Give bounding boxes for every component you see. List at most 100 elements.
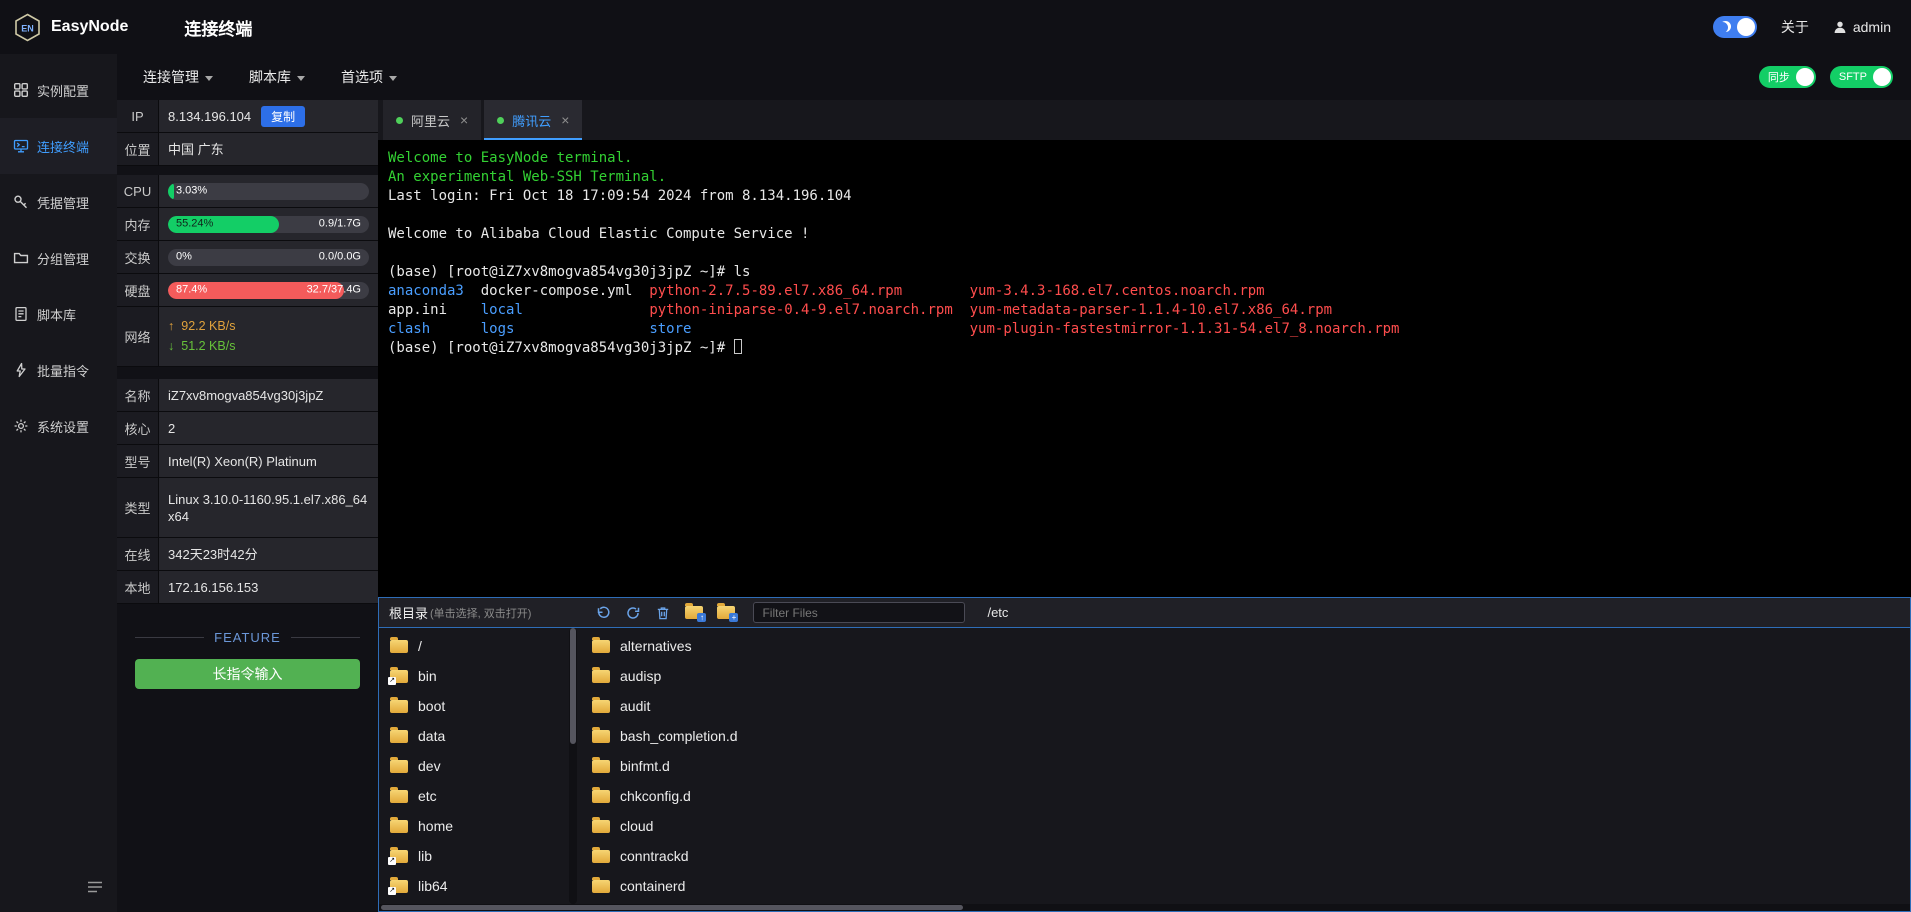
sidebar-item-label: 分组管理: [37, 249, 89, 268]
info-row-online: 在线 342天23时42分: [117, 538, 378, 571]
terminal-output[interactable]: Welcome to EasyNode terminal.An experime…: [378, 140, 1911, 597]
file-column-children: alternativesaudisp audit bash_completion.d…: [577, 628, 917, 904]
file-item[interactable]: bin: [379, 661, 569, 691]
sync-toggle-label: 同步: [1768, 69, 1790, 85]
file-name: audit: [620, 698, 650, 714]
file-name: bin: [418, 668, 437, 684]
copy-ip-button[interactable]: 复制: [261, 106, 305, 127]
status-dot-icon: [396, 117, 403, 124]
tab-tencent[interactable]: 腾讯云 ×: [484, 100, 582, 140]
sidebar-item-settings[interactable]: 系统设置: [0, 398, 117, 454]
file-name: containerd: [620, 878, 685, 894]
info-label: 名称: [117, 379, 159, 411]
terminal-line: [388, 206, 1911, 225]
server-location: 中国 广东: [168, 141, 224, 158]
scrollbar-thumb[interactable]: [570, 628, 576, 744]
file-item[interactable]: boot: [379, 691, 569, 721]
delete-icon[interactable]: [655, 605, 671, 621]
menu-script-library[interactable]: 脚本库: [249, 67, 305, 87]
folder-icon: [592, 760, 610, 773]
grid-icon: [13, 82, 29, 98]
disk-percent: 87.4%: [176, 282, 207, 299]
file-item[interactable]: dev: [379, 751, 569, 781]
swap-detail: 0.0/0.0G: [319, 249, 361, 266]
logo-area: EN EasyNode 连接终端: [14, 13, 252, 42]
file-name: lib: [418, 848, 432, 864]
file-name: chkconfig.d: [620, 788, 691, 804]
file-item[interactable]: alternatives: [581, 631, 917, 661]
scrollbar-thumb[interactable]: [381, 905, 963, 910]
file-item[interactable]: data: [379, 721, 569, 751]
file-item[interactable]: containerd: [581, 871, 917, 901]
file-name: /: [418, 638, 422, 654]
sftp-hint: (单击选择, 双击打开): [430, 605, 531, 621]
terminal-icon: [13, 138, 29, 154]
os-type: Linux 3.10.0-1160.95.1.el7.x86_64 x64: [168, 491, 369, 525]
close-icon[interactable]: ×: [460, 112, 468, 128]
menu-connect-manage[interactable]: 连接管理: [143, 67, 213, 87]
vertical-scrollbar[interactable]: [569, 628, 577, 904]
terminal-line: anaconda3 docker-compose.yml python-2.7.…: [388, 282, 1911, 301]
sidebar-item-terminal[interactable]: 连接终端: [0, 118, 117, 174]
swap-progress-bar: 0% 0.0/0.0G: [168, 249, 369, 266]
horizontal-scrollbar[interactable]: [379, 904, 1910, 911]
sftp-toggle[interactable]: SFTP: [1830, 66, 1893, 88]
terminal-line: Welcome to EasyNode terminal.: [388, 149, 1911, 168]
tab-label: 阿里云: [411, 111, 450, 130]
folder-icon: [592, 790, 610, 803]
folder-icon: [592, 820, 610, 833]
info-row-location: 位置 中国 广东: [117, 133, 378, 166]
info-row-network: 网络 ↑ 92.2 KB/s ↓ 51.2 KB/s: [117, 307, 378, 367]
file-item[interactable]: etc: [379, 781, 569, 811]
new-folder-icon[interactable]: [717, 606, 735, 619]
theme-toggle[interactable]: [1713, 16, 1757, 38]
chevron-down-icon: [389, 76, 397, 81]
sync-toggle[interactable]: 同步: [1759, 66, 1816, 88]
local-ip: 172.16.156.153: [168, 579, 258, 596]
collapse-sidebar-icon[interactable]: [87, 880, 103, 898]
terminal-line: An experimental Web-SSH Terminal.: [388, 168, 1911, 187]
sidebar-item-credentials[interactable]: 凭据管理: [0, 174, 117, 230]
file-item[interactable]: lib: [379, 841, 569, 871]
about-link[interactable]: 关于: [1781, 17, 1809, 37]
menu-preferences[interactable]: 首选项: [341, 67, 397, 87]
info-row-local: 本地 172.16.156.153: [117, 571, 378, 604]
file-item[interactable]: chkconfig.d: [581, 781, 917, 811]
file-item[interactable]: lib64: [379, 871, 569, 901]
folder-icon: [390, 730, 408, 743]
header-actions: 关于 admin: [1713, 16, 1891, 38]
file-item[interactable]: conntrackd: [581, 841, 917, 871]
folder-icon: [592, 730, 610, 743]
file-item[interactable]: cloud: [581, 811, 917, 841]
sidebar-item-label: 实例配置: [37, 81, 89, 100]
file-name: data: [418, 728, 445, 744]
file-item[interactable]: binfmt.d: [581, 751, 917, 781]
info-row-model: 型号 Intel(R) Xeon(R) Platinum: [117, 445, 378, 478]
file-item[interactable]: audisp: [581, 661, 917, 691]
toggle-knob: [1737, 18, 1755, 36]
sidebar-item-label: 批量指令: [37, 361, 89, 380]
sidebar-item-scripts[interactable]: 脚本库: [0, 286, 117, 342]
sidebar-item-instance-config[interactable]: 实例配置: [0, 62, 117, 118]
file-name: cloud: [620, 818, 653, 834]
tab-aliyun[interactable]: 阿里云 ×: [383, 100, 481, 140]
chevron-down-icon: [297, 76, 305, 81]
file-name: binfmt.d: [620, 758, 670, 774]
status-dot-icon: [497, 117, 504, 124]
undo-icon[interactable]: [595, 605, 611, 621]
refresh-icon[interactable]: [625, 605, 641, 621]
info-label: 型号: [117, 445, 159, 477]
upload-folder-icon[interactable]: [685, 606, 703, 619]
sftp-toolbar: 根目录 (单击选择, 双击打开): [379, 598, 1910, 628]
file-item[interactable]: home: [379, 811, 569, 841]
filter-files-input[interactable]: [753, 602, 965, 623]
file-item[interactable]: /: [379, 631, 569, 661]
file-item[interactable]: audit: [581, 691, 917, 721]
user-menu[interactable]: admin: [1833, 19, 1891, 35]
file-item[interactable]: bash_completion.d: [581, 721, 917, 751]
file-name: home: [418, 818, 453, 834]
long-command-button[interactable]: 长指令输入: [135, 659, 360, 689]
sidebar-item-batch-commands[interactable]: 批量指令: [0, 342, 117, 398]
sidebar-item-groups[interactable]: 分组管理: [0, 230, 117, 286]
close-icon[interactable]: ×: [561, 112, 569, 128]
